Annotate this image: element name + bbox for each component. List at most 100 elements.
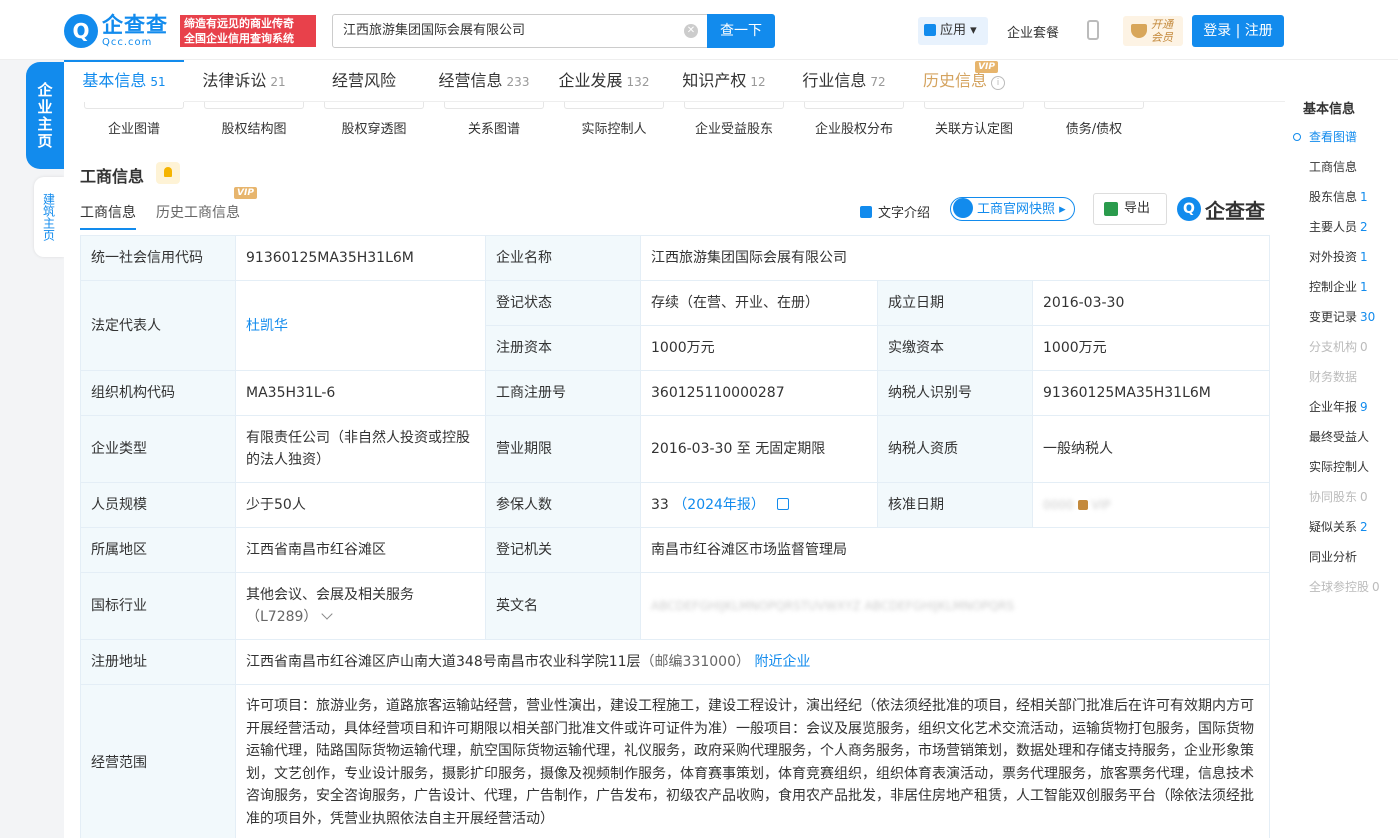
tab-history[interactable]: 历史信息 i VIP: [904, 60, 1024, 102]
text-intro-label: 文字介绍: [878, 206, 931, 221]
taxpayer-type-value: 一般纳税人: [1031, 415, 1271, 483]
field-key: 法定代表人: [80, 280, 236, 371]
subnav-item[interactable]: 股权穿透图: [314, 102, 434, 152]
field-key: 营业期限: [485, 415, 641, 483]
chevron-down-icon[interactable]: [321, 608, 334, 620]
side-nav-item[interactable]: 分支机构 0: [1309, 332, 1398, 362]
subnav-item[interactable]: 关系图谱: [434, 102, 554, 152]
search-input[interactable]: 江西旅游集团国际会展有限公司: [332, 14, 708, 48]
login-register-button[interactable]: 登录 | 注册: [1192, 15, 1284, 47]
legal-rep-value[interactable]: 杜凯华: [235, 280, 486, 371]
side-nav-item[interactable]: 同业分析: [1309, 542, 1398, 572]
field-key: 核准日期: [877, 482, 1033, 528]
export-button[interactable]: 导出: [1093, 193, 1167, 225]
field-key: 英文名: [485, 572, 641, 640]
left-nav: 企业主页 建筑主页: [26, 62, 64, 257]
tab-basic-info[interactable]: 基本信息 51: [64, 60, 184, 102]
side-nav-item[interactable]: 对外投资 1: [1309, 242, 1398, 272]
tab-count: 132: [626, 75, 650, 89]
side-nav-item[interactable]: 企业年报 9: [1309, 392, 1398, 422]
side-nav-item[interactable]: 全球参控股 0: [1309, 572, 1398, 602]
paid-capital-value: 1000万元: [1031, 325, 1271, 371]
enterprise-package-link[interactable]: 企业套餐: [1007, 22, 1059, 41]
side-nav-item[interactable]: 协同股东 0: [1309, 482, 1398, 512]
business-info-table: 统一社会信用代码 91360125MA35H31L6M 企业名称 江西旅游集团国…: [80, 235, 1271, 838]
side-nav-item[interactable]: 主要人员 2: [1309, 212, 1398, 242]
industry-value[interactable]: 其他会议、会展及相关服务 （L7289）: [235, 572, 486, 640]
side-nav-item[interactable]: 最终受益人: [1309, 422, 1398, 452]
side-nav-item[interactable]: 财务数据: [1309, 362, 1398, 392]
grid-icon: [924, 24, 936, 36]
capital-value: 1000万元: [640, 325, 878, 371]
site-logo[interactable]: Q 企查查 Qcc.com: [64, 13, 168, 49]
side-nav-label: 分支机构: [1309, 340, 1358, 354]
vip-line2: 会员: [1151, 31, 1173, 44]
nearby-companies-link[interactable]: 附近企业: [754, 654, 810, 670]
table-row: 国标行业 其他会议、会展及相关服务 （L7289） 英文名 ABCDEFGHIJK…: [80, 572, 1271, 640]
slogan-line1: 缔造有远见的商业传奇: [184, 17, 294, 30]
tab-ip[interactable]: 知识产权 12: [664, 60, 784, 102]
side-nav-item[interactable]: 实际控制人: [1309, 452, 1398, 482]
graph-subnav: 企业图谱 股权结构图 股权穿透图 关系图谱 实际控制人 企业受益股东 企业股权分…: [74, 102, 1274, 152]
legal-rep-link[interactable]: 杜凯华: [246, 318, 288, 334]
subnav-item[interactable]: 股权结构图: [194, 102, 314, 152]
side-nav-label: 财务数据: [1309, 370, 1358, 384]
annual-report-link[interactable]: （2024年报）: [673, 497, 765, 513]
subnav-item[interactable]: 企业受益股东: [674, 102, 794, 152]
tab-risk[interactable]: 经营风险: [304, 60, 424, 102]
tab-business-info[interactable]: 工商信息: [80, 202, 136, 230]
field-key: 参保人数: [485, 482, 641, 528]
apps-label: 应用: [940, 23, 967, 38]
side-nav-label: 控制企业: [1309, 280, 1358, 294]
clear-search-icon[interactable]: ✕: [684, 24, 698, 38]
main-tabs: 基本信息 51 法律诉讼 21 经营风险 经营信息 233 企业发展 132 知识产权 1…: [64, 60, 1285, 102]
bell-icon[interactable]: [156, 162, 180, 184]
brand-watermark: Q 企查查: [1177, 196, 1265, 223]
tab-legal[interactable]: 法律诉讼 21: [184, 60, 304, 102]
text-intro-button[interactable]: 文字介绍: [860, 202, 930, 221]
lock-icon: [1077, 500, 1088, 510]
company-name-value: 江西旅游集团国际会展有限公司: [639, 235, 1271, 281]
subnav-item[interactable]: 关联方认定图: [914, 102, 1034, 152]
tab-operation[interactable]: 经营信息 233: [424, 60, 544, 102]
tab-industry[interactable]: 行业信息 72: [784, 60, 904, 102]
side-nav-item[interactable]: 工商信息: [1309, 152, 1398, 182]
vip-badge: VIP: [234, 187, 257, 199]
side-nav-title: 基本信息: [1303, 102, 1356, 117]
main-panel: 基本信息 51 法律诉讼 21 经营风险 经营信息 233 企业发展 132 知识产权 1…: [64, 60, 1285, 838]
side-nav-count: 9: [1360, 400, 1368, 414]
field-key: 实缴资本: [877, 325, 1033, 371]
side-nav-label: 全球参控股: [1309, 580, 1370, 594]
official-snapshot-button[interactable]: 工商官网快照 ▸: [950, 197, 1075, 221]
side-nav-item[interactable]: 股东信息 1: [1309, 182, 1398, 212]
side-nav-item[interactable]: 控制企业 1: [1309, 272, 1398, 302]
side-nav-item[interactable]: 变更记录 30: [1309, 302, 1398, 332]
mobile-phone-icon[interactable]: [1087, 20, 1099, 40]
insured-count: 33: [651, 497, 669, 513]
report-icon[interactable]: [776, 498, 789, 510]
subnav-item[interactable]: 企业股权分布: [794, 102, 914, 152]
field-key: 组织机构代码: [80, 370, 236, 416]
field-key: 纳税人识别号: [877, 370, 1033, 416]
apps-menu-button[interactable]: 应用 ▾: [918, 17, 988, 45]
tab-label: 历史工商信息: [156, 205, 240, 221]
side-nav-item[interactable]: 疑似关系 2: [1309, 512, 1398, 542]
address-zip: （邮编331000）: [640, 654, 750, 670]
tab-label: 法律诉讼: [202, 71, 267, 90]
subnav-item[interactable]: 实际控制人: [554, 102, 674, 152]
snapshot-icon: [953, 198, 973, 218]
open-vip-button[interactable]: 开通 会员: [1123, 16, 1183, 46]
tab-history-business-info[interactable]: 历史工商信息 VIP: [156, 187, 257, 222]
search-button[interactable]: 查一下: [707, 14, 775, 48]
reg-no-value: 360125110000287: [640, 370, 878, 416]
side-nav-label: 查看图谱: [1309, 130, 1358, 144]
side-nav-item[interactable]: 查看图谱: [1293, 122, 1398, 152]
approve-date-value[interactable]: 0000 VIP: [1031, 482, 1271, 528]
construction-home-tab[interactable]: 建筑主页: [34, 177, 64, 257]
subnav-item[interactable]: 债务/债权: [1034, 102, 1154, 152]
subnav-item[interactable]: 企业图谱: [74, 102, 194, 152]
side-nav-label: 变更记录: [1309, 310, 1358, 324]
company-home-tab[interactable]: 企业主页: [26, 62, 64, 169]
field-key: 所属地区: [80, 527, 236, 573]
tab-development[interactable]: 企业发展 132: [544, 60, 664, 102]
